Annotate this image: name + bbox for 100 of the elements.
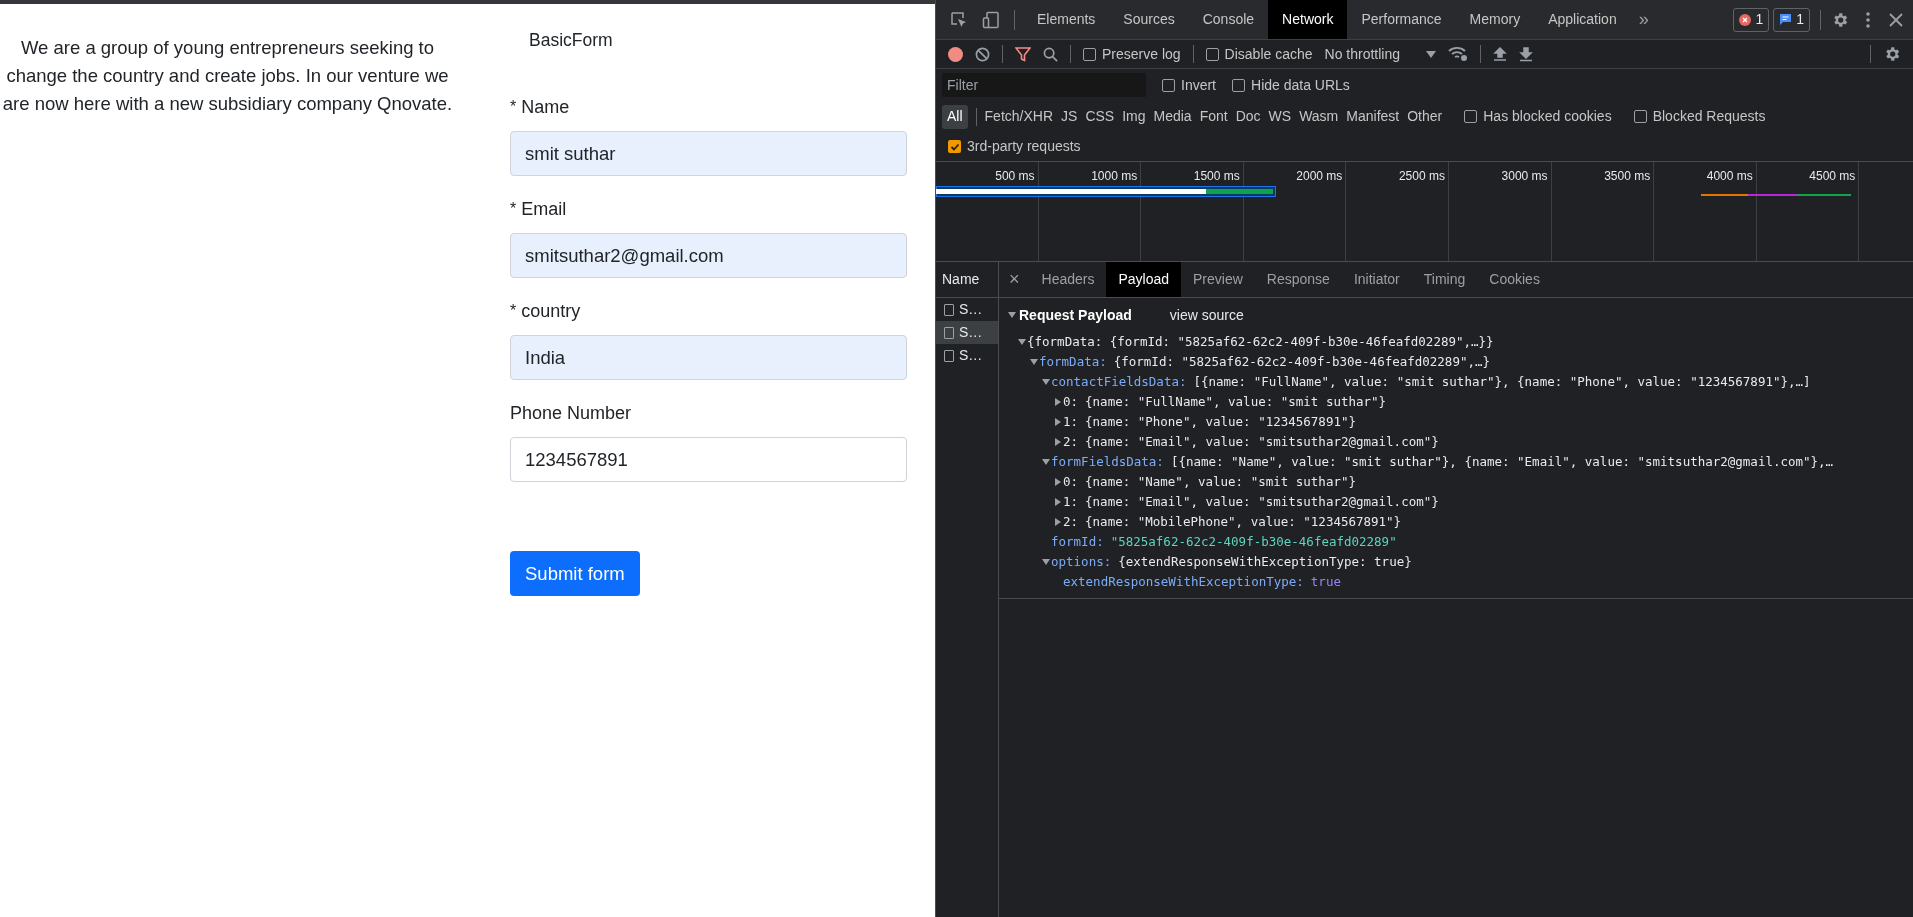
blocked-cookies-checkbox[interactable]: Has blocked cookies: [1464, 106, 1612, 127]
checkbox[interactable]: [1633, 110, 1647, 123]
field-label: country: [521, 299, 581, 323]
submit-button[interactable]: Submit form: [510, 551, 640, 597]
input-field[interactable]: smitsuthar2@gmail.com: [510, 233, 907, 279]
third-party-checkbox[interactable]: 3rd-party requests: [948, 136, 1081, 157]
filter-icon[interactable]: [1015, 46, 1031, 62]
checkbox[interactable]: [1205, 47, 1219, 61]
detail-tab[interactable]: Timing: [1411, 262, 1478, 297]
required-asterisk: *: [510, 97, 517, 118]
type-filter-button[interactable]: All: [942, 104, 968, 129]
collapsed-triangle-icon[interactable]: [1053, 517, 1063, 527]
devtools-tab[interactable]: Performance: [1347, 0, 1456, 39]
property-value: {name: "Phone", value: "1234567891"}: [1085, 412, 1356, 431]
blocked-requests-checkbox[interactable]: Blocked Requests: [1633, 106, 1766, 127]
dropdown-caret-icon: [1426, 50, 1436, 58]
input-field[interactable]: 1234567891: [510, 437, 907, 483]
property-value: {extendResponseWithExceptionType: true}: [1118, 552, 1412, 571]
property-value: {name: "MobilePhone", value: "1234567891"}: [1085, 512, 1402, 531]
detail-tab[interactable]: Cookies: [1477, 262, 1552, 297]
form-title: BasicForm: [529, 29, 614, 52]
collapsed-triangle-icon[interactable]: [1053, 417, 1063, 427]
collapsed-triangle-icon[interactable]: [1053, 477, 1063, 487]
expanded-triangle-icon[interactable]: [1041, 457, 1051, 467]
more-options-icon[interactable]: [1865, 10, 1871, 29]
type-filter-button[interactable]: Doc: [1235, 104, 1261, 129]
message-count-badge[interactable]: 1: [1773, 7, 1810, 32]
detail-tab[interactable]: Preview: [1181, 262, 1255, 297]
hide-data-urls-checkbox[interactable]: Hide data URLs: [1232, 74, 1350, 96]
filter-field[interactable]: Filter: [942, 73, 1146, 97]
checkbox[interactable]: [1083, 47, 1096, 61]
type-filter-button[interactable]: Manifest: [1346, 104, 1400, 129]
request-row[interactable]: S…: [936, 344, 998, 367]
disable-cache-checkbox[interactable]: Disable cache: [1205, 43, 1313, 65]
input-field[interactable]: smit suthar: [510, 131, 907, 177]
time-tick-label: 3000 ms: [1501, 168, 1548, 185]
error-icon: [1739, 13, 1752, 26]
network-conditions-icon[interactable]: [1448, 46, 1468, 62]
error-count-badge[interactable]: 1: [1733, 7, 1770, 32]
devtools-tab[interactable]: Sources: [1109, 0, 1189, 39]
inspect-icon[interactable]: [950, 10, 968, 29]
property-value: true: [1310, 572, 1341, 591]
type-filter-button[interactable]: Font: [1199, 104, 1228, 129]
request-row[interactable]: S…: [936, 298, 998, 321]
view-source-link[interactable]: view source: [1169, 304, 1244, 326]
time-tick-label: 4500 ms: [1809, 168, 1856, 185]
search-icon[interactable]: [1043, 46, 1058, 62]
type-filter-button[interactable]: Fetch/XHR: [984, 104, 1054, 129]
detail-tab[interactable]: Initiator: [1341, 262, 1412, 297]
property-value: [{name: "FullName", value: "smit suthar"}, {name: "Phone", value: "1234567891"},…]: [1193, 372, 1811, 391]
expanded-triangle-icon[interactable]: [1041, 557, 1051, 567]
type-filter-button[interactable]: Img: [1122, 104, 1146, 129]
file-icon: [944, 303, 954, 316]
close-button[interactable]: ×: [999, 266, 1030, 293]
devtools-tab[interactable]: Network: [1268, 0, 1348, 39]
close-icon[interactable]: [1889, 12, 1903, 27]
type-filter-button[interactable]: Other: [1407, 104, 1443, 129]
checkbox[interactable]: [1232, 78, 1245, 92]
detail-tab[interactable]: Response: [1254, 262, 1342, 297]
preserve-log-checkbox[interactable]: Preserve log: [1083, 43, 1181, 65]
expanded-triangle-icon[interactable]: [1041, 377, 1051, 387]
time-tick-label: 1000 ms: [1091, 168, 1138, 185]
device-toolbar-icon[interactable]: [982, 10, 1000, 29]
expanded-triangle-icon[interactable]: [1029, 357, 1039, 367]
upload-icon[interactable]: [1493, 46, 1507, 62]
time-tick-label: 500 ms: [995, 168, 1035, 185]
property-key: formData:: [1039, 352, 1107, 372]
devtools-tab[interactable]: Application: [1534, 0, 1631, 39]
devtools-tab[interactable]: Elements: [1023, 0, 1110, 39]
invert-checkbox[interactable]: Invert: [1162, 74, 1216, 96]
type-filter-button[interactable]: WS: [1268, 104, 1292, 129]
collapsed-triangle-icon[interactable]: [1053, 437, 1063, 447]
checkbox[interactable]: [948, 140, 961, 153]
type-filter-button[interactable]: JS: [1061, 104, 1078, 129]
type-filter-button[interactable]: Wasm: [1299, 104, 1339, 129]
detail-tab[interactable]: Payload: [1106, 262, 1182, 297]
property-value: [{name: "Name", value: "smit suthar"}, {name: "Email", value: "smitsuthar2@gmail.com"},…: [1170, 452, 1834, 471]
type-filter-button[interactable]: Media: [1153, 104, 1192, 129]
message-icon: [1779, 13, 1793, 26]
devtools-tab[interactable]: Console: [1188, 0, 1269, 39]
download-icon[interactable]: [1519, 46, 1533, 62]
input-field[interactable]: India: [510, 335, 907, 381]
type-filter-button[interactable]: CSS: [1085, 104, 1115, 129]
devtools-tab[interactable]: Memory: [1455, 0, 1535, 39]
detail-tab[interactable]: Headers: [1029, 262, 1107, 297]
section-title: Request Payload: [1019, 305, 1132, 325]
checkbox[interactable]: [1162, 78, 1175, 92]
clear-icon[interactable]: [975, 46, 990, 62]
collapsed-triangle-icon[interactable]: [1053, 397, 1063, 407]
expanded-triangle-icon[interactable]: [1007, 310, 1017, 320]
property-key: formId:: [1051, 532, 1104, 552]
more-tabs-button[interactable]: »: [1630, 6, 1657, 33]
request-row[interactable]: S…: [936, 321, 998, 344]
time-tick-label: 2500 ms: [1398, 168, 1445, 185]
checkbox[interactable]: [1464, 110, 1478, 123]
collapsed-triangle-icon[interactable]: [1053, 497, 1063, 507]
name-column-header[interactable]: Name: [936, 262, 998, 298]
throttling-select[interactable]: No throttling: [1324, 43, 1436, 65]
record-button[interactable]: [948, 46, 963, 62]
expanded-triangle-icon[interactable]: [1017, 337, 1027, 347]
